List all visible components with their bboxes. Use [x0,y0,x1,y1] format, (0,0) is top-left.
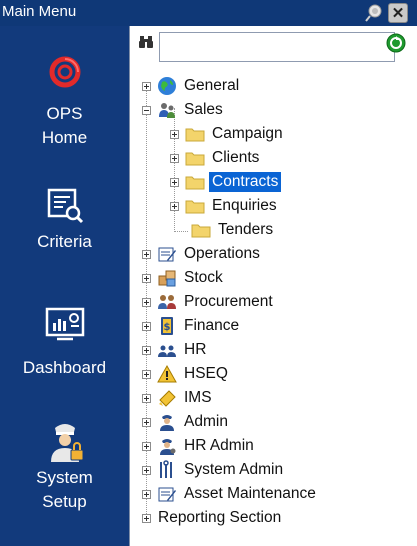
tools-icon [160,460,172,478]
nav-system-setup[interactable]: System Setup [0,418,129,514]
expand-icon[interactable] [170,177,179,187]
tree-node-system-admin[interactable]: System Admin [142,458,286,482]
binoculars-icon [139,36,153,48]
tree-node-campaign[interactable]: Campaign [170,122,286,146]
tree-label-sales: Sales [184,101,223,118]
folder-icon [191,224,211,238]
tree-label-clients: Clients [212,149,260,166]
tree-node-sales[interactable]: Sales [142,98,226,122]
tree-label-campaign: Campaign [212,125,283,142]
window-title: Main Menu [2,3,77,20]
folder-icon [185,128,205,142]
nav-dashboard[interactable]: Dashboard [0,306,129,380]
expand-icon[interactable] [170,129,179,139]
expand-icon[interactable] [142,489,151,499]
tree-label-enquiries: Enquiries [212,197,277,214]
tree-node-hr-admin[interactable]: HR Admin [142,434,257,458]
hr-people-icon [158,345,176,357]
warning-icon [157,364,177,383]
expand-icon[interactable] [142,321,151,331]
tree-node-tenders[interactable]: Tenders [185,218,276,242]
search-input[interactable] [159,32,395,62]
procurement-icon [158,295,176,309]
svg-text:$: $ [164,322,171,333]
expand-icon[interactable] [142,417,151,427]
finance-icon: $ [161,317,173,335]
collapse-icon[interactable] [142,105,151,115]
pin-icon[interactable] [364,3,384,23]
tree-label-hr-admin: HR Admin [184,437,254,454]
nav-ops-home[interactable]: OPS Home [0,52,129,150]
tree-label-procurement: Procurement [184,293,273,310]
folder-icon [185,176,205,190]
folder-icon [185,152,205,166]
tree-label-hr: HR [184,341,207,358]
expand-icon[interactable] [142,273,151,283]
operations-icon [158,247,176,262]
nav-label-criteria: Criteria [37,232,92,251]
tree-label-finance: Finance [184,317,240,334]
tree-node-asset-maintenance[interactable]: Asset Maintenance [142,482,319,506]
nav-criteria[interactable]: Criteria [0,186,129,254]
tree-node-finance[interactable]: $ Finance [142,314,242,338]
globe-icon [158,77,176,95]
tree-node-stock[interactable]: Stock [142,266,226,290]
hr-admin-icon [160,439,176,455]
tree-label-system-admin: System Admin [184,461,284,478]
left-nav: OPS Home Criteria Dashboard System Setup [0,26,129,546]
expand-icon[interactable] [170,201,179,211]
nav-label-system-setup: System Setup [36,468,93,511]
tree-label-contracts: Contracts [209,172,282,192]
tree-node-contracts[interactable]: Contracts [170,170,282,194]
close-button[interactable]: ✕ [388,3,408,23]
expand-icon[interactable] [142,297,151,307]
stock-boxes-icon [158,270,176,287]
tree-node-hseq[interactable]: HSEQ [142,362,231,386]
expand-icon[interactable] [170,153,179,163]
tree-node-procurement[interactable]: Procurement [142,290,276,314]
expand-icon[interactable] [142,369,151,379]
dashboard-icon [45,307,84,341]
tree-node-operations[interactable]: Operations [142,242,263,266]
tree-label-tenders: Tenders [218,221,274,238]
tree-label-stock: Stock [184,269,223,286]
menu-tree-pane: General Sales Campaign Clients Contracts… [129,26,417,546]
ops-logo-icon [49,56,80,88]
tree-node-general[interactable]: General [142,74,242,98]
nav-label-dashboard: Dashboard [22,358,107,377]
ims-icon [159,390,176,407]
expand-icon[interactable] [142,513,151,523]
admin-user-icon [160,415,174,431]
tree-label-hseq: HSEQ [184,365,228,382]
tree-label-asset-maintenance: Asset Maintenance [184,485,316,502]
folder-icon [185,200,205,214]
expand-icon[interactable] [142,249,151,259]
expand-icon[interactable] [142,393,151,403]
tree-label-admin: Admin [184,413,228,430]
expand-icon[interactable] [142,345,151,355]
expand-icon[interactable] [142,81,151,91]
tree-node-clients[interactable]: Clients [170,146,262,170]
tree-node-hr[interactable]: HR [142,338,209,362]
expand-icon[interactable] [142,441,151,451]
system-setup-icon [50,424,83,462]
tree-node-reporting-section[interactable]: Reporting Section [142,506,284,530]
asset-maintenance-icon [158,487,176,502]
sales-people-icon [159,103,175,118]
tree-node-admin[interactable]: Admin [142,410,231,434]
tree-node-enquiries[interactable]: Enquiries [170,194,280,218]
tree-node-ims[interactable]: IMS [142,386,215,410]
search-row [130,26,417,66]
tree-label-general: General [184,77,240,94]
go-icon[interactable] [386,33,406,53]
tree-label-ims: IMS [184,389,212,406]
title-bar: Main Menu ✕ [0,0,417,26]
criteria-icon [47,188,83,224]
nav-label-ops: OPS Home [41,104,88,147]
expand-icon[interactable] [142,465,151,475]
tree-label-operations: Operations [184,245,260,262]
tree-label-reporting-section: Reporting Section [158,509,282,526]
